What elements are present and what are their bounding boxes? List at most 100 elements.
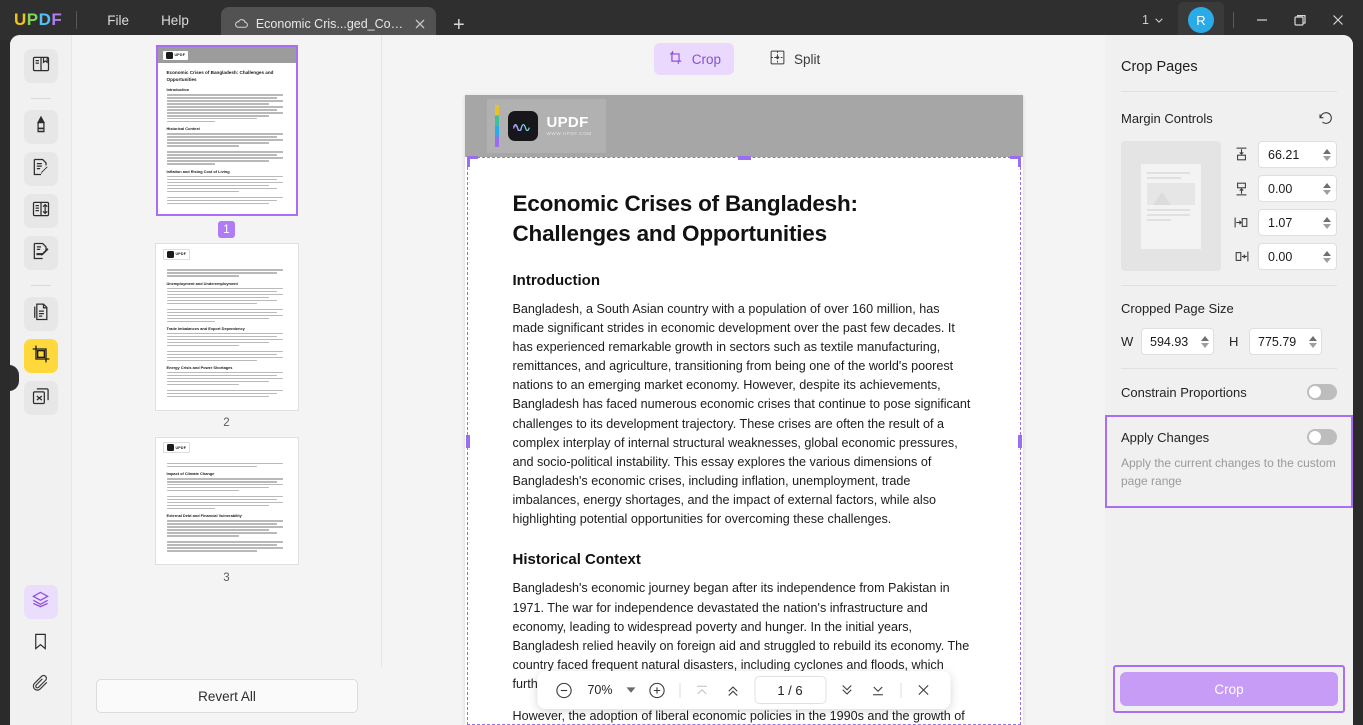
top-margin-stepper[interactable] [1323, 148, 1331, 161]
crop-button[interactable]: Crop [1120, 672, 1338, 706]
reader-view-button[interactable] [23, 49, 58, 83]
thumbnail-header-band: UPDF [157, 246, 296, 263]
next-page-icon[interactable] [833, 676, 861, 704]
crop-settings-panel: Crop Pages Margin Controls 66.21 0.00 1.… [1105, 35, 1353, 725]
zoom-level-value[interactable]: 70% [581, 683, 619, 697]
apply-changes-label: Apply Changes [1121, 429, 1210, 445]
app-body: UPDF Economic Crises of Bangladesh: Chal… [10, 35, 1353, 725]
zoombar-divider [679, 682, 680, 698]
layers-button[interactable] [23, 585, 58, 619]
bottom-margin-stepper[interactable] [1323, 182, 1331, 195]
brand-stripe [494, 105, 499, 147]
revert-all-button[interactable]: Revert All [96, 679, 358, 713]
thumbnail-page-number: 2 [223, 417, 230, 430]
marker-pen-icon [31, 115, 51, 140]
cloud-icon [234, 16, 249, 31]
minus-circle-icon[interactable] [550, 676, 578, 704]
form-fill-button[interactable] [23, 236, 58, 270]
thumbnail-list[interactable]: UPDF Economic Crises of Bangladesh: Chal… [72, 35, 381, 667]
page-indicator-field[interactable]: 1 / 6 [754, 676, 826, 704]
thumbnail-page-2[interactable]: UPDF Unemployment and Underemployment Tr… [72, 244, 381, 431]
crop-handle-top-middle[interactable] [737, 156, 751, 160]
tab-split[interactable]: Split [756, 43, 833, 75]
thumbnail-page-3[interactable]: UPDF Impact of Climate Change External D… [72, 437, 381, 586]
crop-selection-region[interactable] [465, 156, 1022, 725]
chevron-down-icon [1155, 18, 1163, 23]
tab-split-label: Split [794, 51, 821, 67]
mini-updf-logo: UPDF [162, 248, 191, 260]
crop-handle-left-middle[interactable] [465, 435, 470, 448]
thumbnail-title: Economic Crises of Bangladesh: Challenge… [166, 70, 274, 82]
window-controls-group: 1 R [1134, 0, 1363, 40]
crop-handle-top-right-v[interactable] [1017, 156, 1021, 167]
apply-changes-toggle[interactable] [1307, 429, 1337, 445]
width-input[interactable]: 594.93 [1141, 328, 1214, 355]
reset-arrow-icon[interactable] [1315, 107, 1337, 129]
brand-text: UPDF WWW.UPDF.COM [547, 115, 592, 137]
margin-controls-label: Margin Controls [1121, 110, 1213, 126]
constrain-proportions-label: Constrain Proportions [1121, 384, 1247, 400]
close-icon[interactable] [414, 18, 426, 30]
thumbnail-preview: UPDF Unemployment and Underemployment Tr… [155, 244, 298, 410]
menu-file[interactable]: File [91, 7, 145, 34]
margin-left-icon [1231, 213, 1251, 233]
crop-handle-top-left-v[interactable] [466, 156, 470, 167]
thumbnail-page-number: 3 [223, 571, 230, 584]
minimize-icon[interactable] [1243, 0, 1281, 40]
top-margin-input[interactable]: 66.21 [1258, 141, 1337, 168]
rail-bottom-group [23, 585, 58, 711]
left-margin-input[interactable]: 1.07 [1258, 209, 1337, 236]
page-organize-button[interactable] [23, 194, 58, 228]
mini-updf-logo: UPDF [162, 50, 189, 60]
thumbnail-body: Unemployment and Underemployment Trade I… [158, 262, 296, 407]
left-margin-value: 1.07 [1268, 215, 1293, 230]
top-margin-value: 66.21 [1268, 147, 1300, 162]
account-button[interactable]: R [1178, 2, 1224, 38]
left-margin-stepper[interactable] [1323, 216, 1331, 229]
page-count-value: 1 [1142, 13, 1149, 27]
right-margin-stepper[interactable] [1323, 250, 1331, 263]
thumbnail-heading: External Debt and Financial Vulnerabilit… [166, 513, 242, 519]
annotate-button[interactable] [23, 110, 58, 144]
thumbnail-heading: Unemployment and Underemployment [166, 280, 238, 286]
crop-pages-button[interactable] [23, 339, 58, 373]
last-page-icon[interactable] [864, 676, 892, 704]
edit-pdf-button[interactable] [23, 152, 58, 186]
crop-handle-right-middle[interactable] [1017, 435, 1022, 448]
panel-collapse-handle[interactable] [10, 365, 19, 391]
thumbnail-page-1[interactable]: UPDF Economic Crises of Bangladesh: Chal… [72, 45, 381, 239]
updf-logo: UPDF [14, 10, 63, 29]
close-icon[interactable] [909, 676, 937, 704]
height-input[interactable]: 775.79 [1249, 328, 1322, 355]
constrain-proportions-toggle[interactable] [1307, 384, 1337, 400]
top-margin-row: 66.21 [1231, 141, 1337, 168]
cropped-size-label: Cropped Page Size [1121, 301, 1234, 316]
bottom-margin-input[interactable]: 0.00 [1258, 175, 1337, 202]
batch-process-button[interactable] [23, 381, 58, 415]
bookmark-icon [31, 632, 50, 656]
close-icon[interactable] [1319, 0, 1357, 40]
bookmarks-button[interactable] [24, 627, 58, 661]
tab-crop[interactable]: Crop [653, 43, 734, 75]
maximize-icon[interactable] [1281, 0, 1319, 40]
thumbnail-heading: Impact of Climate Change [166, 471, 215, 477]
tab-strip: Economic Cris...ged_Copy (1)* + [220, 0, 474, 40]
caret-down-icon[interactable] [622, 677, 640, 703]
first-page-icon[interactable] [688, 676, 716, 704]
margin-preview-page [1141, 163, 1201, 249]
attachments-button[interactable] [24, 669, 58, 703]
plus-circle-icon[interactable] [643, 676, 671, 704]
menu-help[interactable]: Help [145, 7, 205, 34]
convert-pdf-button[interactable] [23, 297, 58, 331]
thumbnail-panel: UPDF Economic Crises of Bangladesh: Chal… [72, 35, 382, 725]
right-margin-input[interactable]: 0.00 [1258, 243, 1337, 270]
prev-page-icon[interactable] [719, 676, 747, 704]
thumbnail-page-number: 1 [218, 221, 235, 239]
page-count-dropdown[interactable]: 1 [1134, 8, 1172, 32]
thumbnail-header-band: UPDF [157, 439, 296, 456]
width-stepper[interactable] [1201, 335, 1209, 348]
pdf-page[interactable]: UPDF WWW.UPDF.COM Economic Crises of Ban… [464, 95, 1023, 725]
stacked-pages-icon [31, 386, 51, 411]
titlebar-divider [76, 11, 78, 29]
height-stepper[interactable] [1309, 335, 1317, 348]
